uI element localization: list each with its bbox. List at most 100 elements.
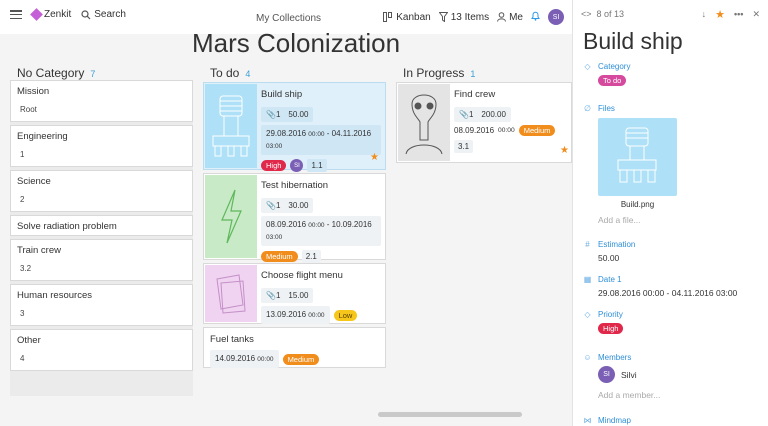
- field-category: ◇ Category To do: [583, 62, 758, 86]
- star-icon[interactable]: ★: [370, 152, 379, 163]
- star-icon[interactable]: ★: [715, 8, 725, 21]
- card-title: Engineering: [17, 131, 68, 142]
- page-title: Mars Colonization: [192, 28, 401, 58]
- paperclip-icon: 📎: [459, 110, 469, 119]
- filter-label: 13 Items: [450, 11, 490, 23]
- me-filter-button[interactable]: Me: [497, 12, 523, 23]
- close-icon[interactable]: ✕: [752, 9, 760, 20]
- horizontal-scrollbar[interactable]: [378, 412, 522, 417]
- card-meta: 📎1 30.00: [261, 198, 314, 213]
- field-priority: ◇ Priority High: [583, 310, 758, 334]
- member-avatar: SI: [598, 366, 615, 383]
- more-icon[interactable]: •••: [734, 9, 743, 19]
- add-member-link[interactable]: Add a member...: [598, 390, 758, 400]
- user-avatar[interactable]: SI: [548, 9, 564, 25]
- priority-badge: Medium: [261, 251, 298, 262]
- member-item[interactable]: SI Silvi: [598, 366, 758, 383]
- alien-image: [405, 94, 443, 155]
- list-item[interactable]: Science 2: [10, 170, 193, 212]
- field-label: Priority: [598, 310, 623, 319]
- add-file-link[interactable]: Add a file...: [598, 215, 758, 225]
- card-title: Other: [17, 335, 41, 346]
- date-range: 14.09.2016 00:00: [210, 350, 279, 368]
- kanban-card-find-crew[interactable]: Find crew 📎1 200.00 08.09.2016 00:00 Med…: [396, 82, 572, 163]
- card-thumbnail: [205, 265, 257, 322]
- column-header-no-category[interactable]: No Category 7: [17, 66, 95, 80]
- column-title: No Category: [17, 66, 85, 80]
- card-meta: 📎1 50.00: [261, 107, 314, 122]
- card-title: Solve radiation problem: [17, 221, 117, 232]
- view-switcher-button[interactable]: Kanban: [383, 11, 431, 23]
- card-value: 4: [20, 354, 25, 363]
- estimation-value[interactable]: 50.00: [598, 253, 758, 263]
- code-icon[interactable]: <>: [581, 9, 592, 19]
- priority-badge[interactable]: High: [598, 323, 624, 334]
- kanban-card-test-hibernation[interactable]: Test hibernation 📎1 30.00 08.09.2016 00:…: [203, 173, 386, 263]
- item-title[interactable]: Build ship: [583, 28, 683, 55]
- kanban-card-build-ship[interactable]: Build ship 📎1 50.00 29.08.2016 00:00 - 0…: [203, 82, 386, 172]
- list-item[interactable]: Other 4: [10, 329, 193, 371]
- attachment-count: 📎1: [266, 110, 281, 119]
- menu-icon[interactable]: [10, 10, 22, 19]
- column-count: 1: [470, 69, 476, 79]
- card-date: 08.09.2016: [454, 126, 495, 135]
- member-name: Silvi: [621, 369, 637, 380]
- estimation-value: 15.00: [288, 291, 309, 300]
- card-title: Choose flight menu: [261, 270, 343, 281]
- list-item[interactable]: Solve radiation problem: [10, 215, 193, 236]
- card-title: Science: [17, 176, 51, 187]
- card-number: 3.1: [454, 140, 474, 153]
- list-item[interactable]: Engineering 1: [10, 125, 193, 167]
- kanban-card-fuel-tanks[interactable]: Fuel tanks 14.09.2016 00:00 Medium: [203, 327, 386, 368]
- date-value[interactable]: 29.08.2016 00:00 - 04.11.2016 03:00: [598, 288, 758, 298]
- date-range: 29.08.2016 00:00 - 04.11.2016 03:00: [261, 125, 381, 155]
- card-number: 1.1: [307, 159, 327, 172]
- list-item[interactable]: Train crew 3.2: [10, 239, 193, 281]
- tag-icon: ◇: [584, 310, 591, 319]
- kanban-card-choose-flight-menu[interactable]: Choose flight menu 📎1 15.00 13.09.2016 0…: [203, 263, 386, 324]
- view-label: Kanban: [396, 11, 431, 23]
- hash-icon: #: [585, 240, 590, 249]
- me-label: Me: [509, 11, 523, 23]
- ship-image: [617, 127, 657, 183]
- priority-badge: Medium: [518, 125, 556, 136]
- zenkit-home-link[interactable]: Zenkit: [30, 8, 72, 21]
- card-value: 2: [20, 195, 25, 204]
- category-badge[interactable]: To do: [598, 75, 627, 86]
- card-meta: 📎1 200.00: [454, 107, 511, 122]
- list-item[interactable]: Human resources 3: [10, 284, 193, 326]
- paperclip-icon: 📎: [266, 291, 276, 300]
- arrow-down-icon[interactable]: ↓: [702, 9, 707, 19]
- notification-bell-icon[interactable]: [531, 11, 540, 24]
- card-meta: 📎1 15.00: [261, 288, 314, 303]
- mindmap-icon: ⋈: [583, 416, 592, 425]
- field-label: Mindmap: [598, 416, 631, 425]
- collections-breadcrumb[interactable]: My Collections: [256, 13, 321, 24]
- date-range: 08.09.2016 00:00 - 10.09.2016 03:00: [261, 216, 381, 246]
- item-position: 8 of 13: [596, 9, 625, 19]
- column-no-category: Mission Root Engineering 1 Science 2 Sol…: [10, 80, 193, 396]
- filter-button[interactable]: 13 Items: [438, 11, 490, 23]
- attachment-count: 📎1: [266, 291, 281, 300]
- field-label: Files: [598, 104, 615, 113]
- column-header-todo[interactable]: To do 4: [210, 66, 250, 80]
- estimation-value: 50.00: [288, 110, 309, 119]
- search-button[interactable]: Search: [81, 9, 126, 20]
- field-members: ☺ Members SI Silvi Add a member...: [583, 353, 758, 400]
- app-name: Zenkit: [44, 9, 72, 20]
- field-estimation: # Estimation 50.00: [583, 240, 758, 263]
- file-thumbnail[interactable]: [598, 118, 677, 196]
- star-icon[interactable]: ★: [560, 145, 569, 156]
- field-label: Category: [598, 62, 631, 71]
- kanban-icon: [383, 12, 393, 22]
- card-title: Fuel tanks: [210, 334, 254, 345]
- card-value: 3: [20, 309, 25, 318]
- card-thumbnail: [398, 84, 450, 161]
- date-range: 13.09.2016 00:00: [261, 306, 330, 324]
- column-header-in-progress[interactable]: In Progress 1: [403, 66, 475, 80]
- estimation-value: 30.00: [288, 201, 309, 210]
- priority-badge: Low: [333, 309, 358, 321]
- zenkit-logo-icon: [30, 8, 43, 21]
- list-item[interactable]: Mission Root: [10, 80, 193, 122]
- member-avatar: SI: [290, 159, 304, 172]
